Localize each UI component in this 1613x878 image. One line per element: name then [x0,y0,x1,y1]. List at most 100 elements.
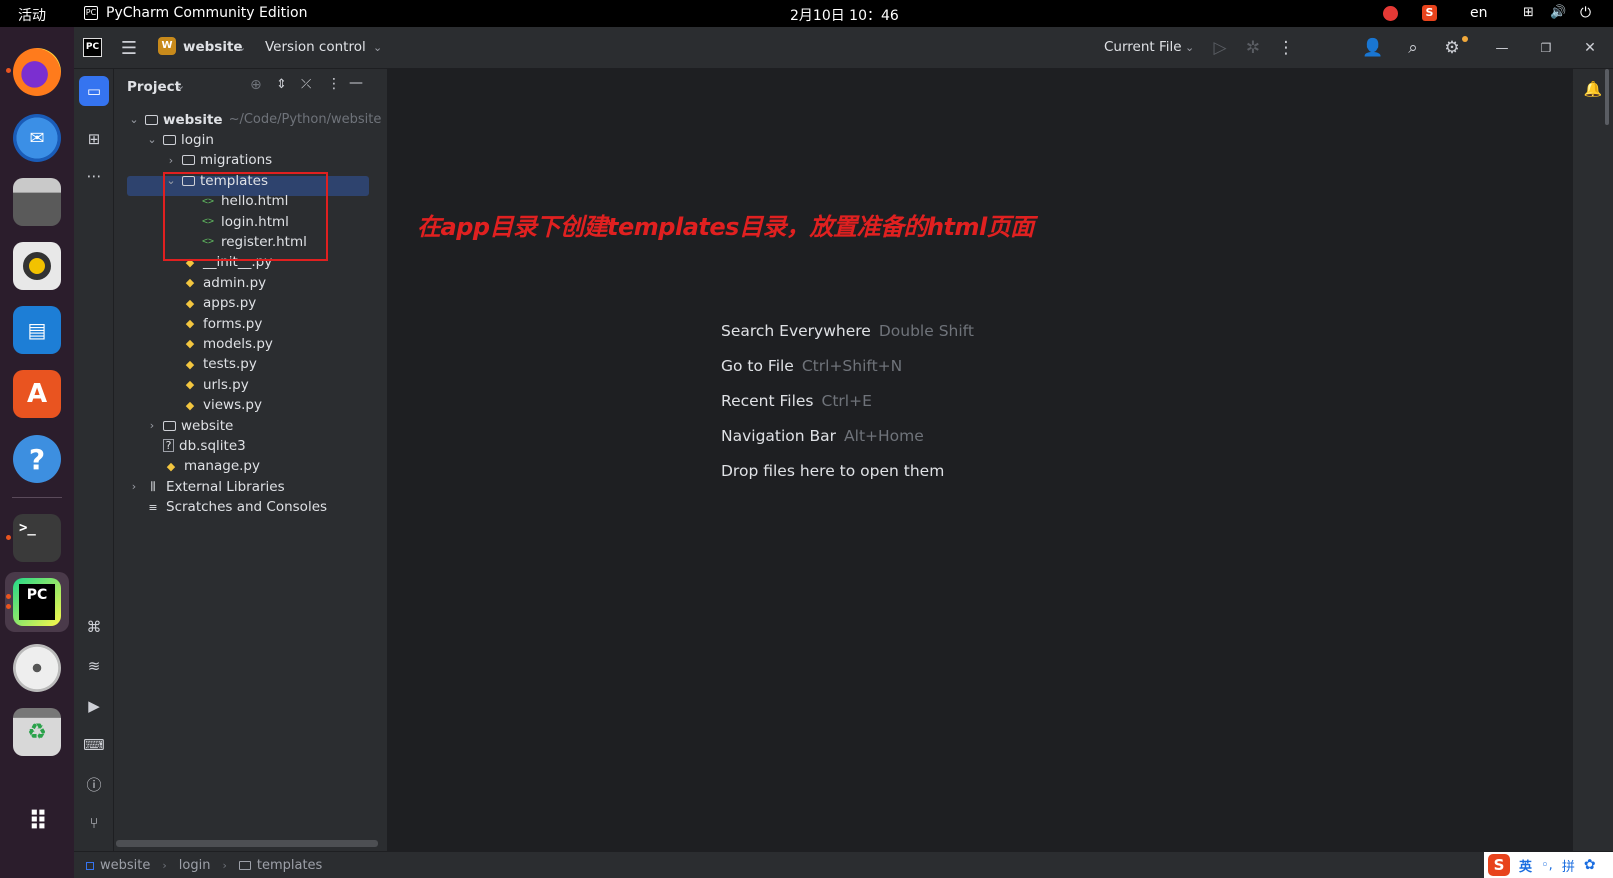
running-indicator [6,68,11,73]
chevron-right-icon[interactable]: › [127,480,141,493]
rhythmbox-icon[interactable] [13,242,61,290]
version-control-menu[interactable]: Version control [265,39,366,55]
main-menu-icon[interactable]: ☰ [117,36,141,60]
active-app-name[interactable]: PyCharm Community Edition [106,5,307,21]
do-not-disturb-icon[interactable] [1383,6,1398,21]
breadcrumb-item-website[interactable]: website [100,858,150,873]
hint-label[interactable]: Go to File [721,357,794,375]
close-icon[interactable]: ✕ [1578,36,1602,60]
tree-item-label: website [163,111,223,128]
notifications-bell-icon[interactable]: 🔔 [1581,77,1605,101]
hint-label[interactable]: Search Everywhere [721,322,871,340]
tree-item-login[interactable]: ⌄ login [145,129,214,150]
tree-item-forms-py[interactable]: ◆ forms.py [164,313,263,334]
project-panel-title[interactable]: Project [127,79,181,95]
tree-item-label: login [181,131,214,148]
horizontal-scrollbar[interactable] [116,840,378,847]
editor-empty-area[interactable]: 在app目录下创建templates目录，放置准备的html页面 [389,69,1572,851]
thunderbird-icon[interactable]: ✉ [13,114,61,162]
layers-icon[interactable]: ≋ [82,654,106,678]
power-icon[interactable]: ⏻ [1580,5,1591,21]
minimize-icon[interactable]: — [1490,36,1514,60]
terminal-icon[interactable]: >_ [13,514,61,562]
hide-panel-icon[interactable]: — [349,75,363,91]
ime-settings-icon[interactable]: ✿ [1584,857,1596,873]
python-file-icon: ◆ [185,296,195,310]
settings-gear-icon[interactable]: ⚙ [1440,36,1464,60]
volume-icon[interactable]: 🔊 [1550,5,1566,20]
sogou-ime-toolbar[interactable]: S 英 ◦, 拼 ✿ [1484,852,1613,878]
tree-item-scratches-and-consoles[interactable]: ≡ Scratches and Consoles [127,497,327,518]
help-icon[interactable]: ? [13,435,61,483]
tree-item-urls-py[interactable]: ◆ urls.py [164,374,249,395]
more-actions-icon[interactable]: ⋮ [1274,36,1298,60]
clock[interactable]: 2月10日 10：46 [790,5,899,25]
folder-icon [238,861,251,870]
sogou-ime-icon[interactable]: S [1422,5,1437,21]
locate-icon[interactable]: ⊕ [250,77,262,93]
tree-item-models-py[interactable]: ◆ models.py [164,333,273,354]
breadcrumb-item-login[interactable]: login [179,858,211,873]
hint-label[interactable]: Recent Files [721,392,814,410]
run-config-selector[interactable]: Current File [1104,39,1182,55]
debug-icon[interactable]: ✲ [1241,36,1265,60]
chevron-right-icon[interactable]: › [164,154,178,167]
chevron-down-icon[interactable]: ⌄ [127,113,141,126]
tree-item-db-sqlite3[interactable]: ? db.sqlite3 [145,435,246,456]
project-folder-icon[interactable]: ▭ [79,76,109,106]
writer-icon[interactable]: ▤ [13,306,61,354]
input-language[interactable]: en [1470,5,1488,21]
python-packages-icon[interactable]: ⌘ [82,615,106,639]
hint-label[interactable]: Drop files here to open them [721,462,944,480]
scratches-icon: ≡ [148,500,158,514]
services-icon[interactable]: ▶ [82,694,106,718]
chevron-right-icon[interactable]: › [145,419,159,432]
network-icon[interactable]: ⊞ [1523,5,1534,20]
files-icon[interactable] [13,178,61,226]
search-icon[interactable]: ⌕ [1401,36,1425,60]
tree-item-manage-py[interactable]: ◆ manage.py [145,456,260,477]
code-with-me-icon[interactable]: 👤 [1361,36,1385,60]
activities-button[interactable]: 活动 [18,5,46,25]
pycharm-icon[interactable]: PC [13,578,61,626]
punctuation-icon[interactable]: ◦, [1541,858,1553,873]
status-bar: website › login › templates S 英 ◦, 拼 ✿ [74,851,1613,878]
breadcrumb-item-templates[interactable]: templates [257,858,322,873]
collapse-all-icon[interactable]: ⤫ [301,77,311,92]
trash-icon[interactable]: ♻ [13,708,61,756]
hint-label[interactable]: Navigation Bar [721,427,836,445]
hint-shortcut: Ctrl+Shift+N [801,357,903,375]
expand-all-icon[interactable]: ⇕ [276,77,287,92]
vertical-scrollbar[interactable] [1605,69,1609,125]
tree-item-label: forms.py [203,315,263,332]
problems-icon[interactable]: ⓘ [82,772,106,796]
tree-item-label: migrations [200,152,273,169]
tree-item-apps-py[interactable]: ◆ apps.py [164,293,257,314]
terminal-tool-icon[interactable]: ⌨ [82,733,106,757]
tree-item-tests-py[interactable]: ◆ tests.py [164,354,257,375]
restore-icon[interactable]: ❐ [1534,36,1558,60]
structure-icon[interactable]: ⊞ [82,127,106,151]
tree-item-migrations[interactable]: › migrations [164,150,272,171]
tree-item-views-py[interactable]: ◆ views.py [164,395,262,416]
tree-item-external-libraries[interactable]: › ⫼ External Libraries [127,476,285,497]
ime-mode[interactable]: 拼 [1562,856,1575,875]
git-icon[interactable]: ⑂ [82,811,106,835]
app-center-icon[interactable]: A [13,370,61,418]
run-icon[interactable]: ▷ [1208,36,1232,60]
chevron-down-icon: ⌄ [176,79,186,92]
tree-item-admin-py[interactable]: ◆ admin.py [164,272,266,293]
project-badge[interactable]: W [158,37,176,55]
tree-item-website[interactable]: ⌄ website ~/Code/Python/website [127,109,381,130]
chevron-down-icon[interactable]: ⌄ [145,133,159,146]
more-tools-icon[interactable]: ⋯ [82,164,106,188]
dvd-icon[interactable] [13,644,61,692]
project-switcher[interactable]: website [183,39,243,55]
ime-lang-toggle[interactable]: 英 [1519,856,1532,875]
show-apps-icon[interactable]: ⠿ [13,798,61,846]
tree-item-website[interactable]: › website [145,415,234,436]
firefox-icon[interactable] [13,48,61,96]
tree-item-label: apps.py [203,295,257,312]
tree-item-label: tests.py [203,356,257,373]
options-icon[interactable]: ⋮ [327,76,341,92]
